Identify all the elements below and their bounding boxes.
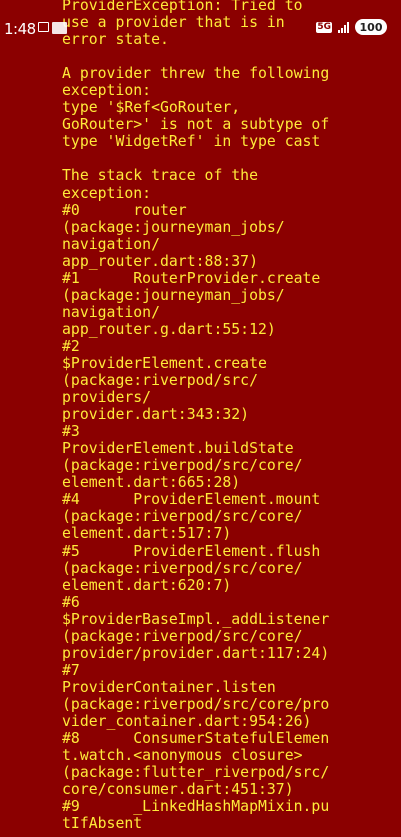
error-console: ProviderException: Tried to use a provide… <box>62 0 398 832</box>
error-line: provider.dart:343:32) <box>62 406 250 424</box>
error-line: ProviderContainer.listen <box>62 678 276 696</box>
error-line: $ProviderBaseImpl._addListener <box>62 610 330 628</box>
error-line: element.dart:620:7) <box>62 576 232 594</box>
error-line: (package:journeyman_jobs/ <box>62 218 285 236</box>
error-line: #6 <box>62 593 80 611</box>
error-line: #5 ProviderElement.flush <box>62 542 321 560</box>
error-line: (package:riverpod/src/core/ <box>62 508 303 526</box>
notification-icons <box>38 22 67 36</box>
error-line: #2 <box>62 337 80 355</box>
error-line: (package:riverpod/src/core/ <box>62 457 303 475</box>
status-bar: 1:48 5G 100 <box>0 0 401 38</box>
error-line: app_router.dart:88:37) <box>62 252 258 270</box>
error-line: navigation/ <box>62 303 160 321</box>
error-line: (package:riverpod/src/ <box>62 372 258 390</box>
error-line: element.dart:665:28) <box>62 474 241 492</box>
status-right: 5G 100 <box>316 19 387 35</box>
error-line: t.watch.<anonymous closure> <box>62 747 303 765</box>
error-line: #8 ConsumerStatefulElemen <box>62 730 330 748</box>
error-line <box>62 48 398 65</box>
signal-icon <box>338 21 349 33</box>
error-line: (package:riverpod/src/core/pro <box>62 695 330 713</box>
error-line: (package:journeyman_jobs/ <box>62 286 285 304</box>
error-line <box>62 150 398 167</box>
error-line: #4 ProviderElement.mount <box>62 491 321 509</box>
error-line: A provider threw the following <box>62 65 330 83</box>
message-icon <box>38 22 49 32</box>
error-line: core/consumer.dart:451:37) <box>62 781 294 799</box>
error-line: (package:riverpod/src/core/ <box>62 559 303 577</box>
battery-icon: 100 <box>355 19 387 35</box>
error-line: #1 RouterProvider.create <box>62 269 321 287</box>
error-line: The stack trace of the <box>62 167 258 185</box>
error-line: GoRouter>' is not a subtype of <box>62 116 330 134</box>
error-line: (package:riverpod/src/core/ <box>62 627 303 645</box>
error-line: #0 router <box>62 201 187 219</box>
error-line: (package:flutter_riverpod/src/ <box>62 764 330 782</box>
error-line: exception: <box>62 82 152 100</box>
error-line: exception: <box>62 184 152 202</box>
error-line: app_router.g.dart:55:12) <box>62 320 276 338</box>
error-line: ProviderElement.buildState <box>62 440 294 458</box>
error-line: navigation/ <box>62 235 160 253</box>
network-type-icon: 5G <box>316 21 332 33</box>
error-line: vider_container.dart:954:26) <box>62 712 312 730</box>
error-line: type 'WidgetRef' in type cast <box>62 133 321 151</box>
error-line: #7 <box>62 661 80 679</box>
error-line: $ProviderElement.create <box>62 354 267 372</box>
error-line: type '$Ref<GoRouter, <box>62 99 241 117</box>
error-line: #3 <box>62 423 80 441</box>
error-line: tIfAbsent <box>62 815 143 833</box>
app-notification-icon <box>52 22 67 34</box>
error-line: providers/ <box>62 389 152 407</box>
error-line: #9 _LinkedHashMapMixin.pu <box>62 798 330 816</box>
status-time: 1:48 <box>4 20 36 38</box>
error-line: provider/provider.dart:117:24) <box>62 644 330 662</box>
error-line: element.dart:517:7) <box>62 525 232 543</box>
